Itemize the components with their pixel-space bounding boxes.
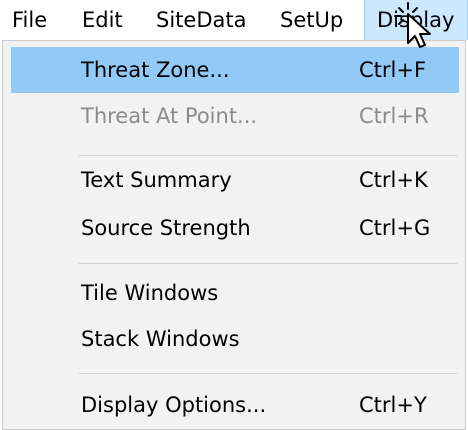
menu-item-threat-at-point: Threat At Point... Ctrl+R bbox=[11, 93, 459, 139]
menu-item-label: Threat Zone... bbox=[81, 58, 230, 82]
menu-item-label: Source Strength bbox=[81, 216, 251, 240]
menu-item-shortcut: Ctrl+R bbox=[359, 104, 429, 128]
menu-display[interactable]: Display bbox=[364, 0, 468, 40]
menu-item-stack-windows[interactable]: Stack Windows bbox=[11, 316, 459, 362]
menu-item-label: Stack Windows bbox=[81, 327, 240, 351]
menu-item-source-strength[interactable]: Source Strength Ctrl+G bbox=[11, 205, 459, 251]
menu-item-shortcut: Ctrl+G bbox=[359, 216, 431, 240]
menu-separator bbox=[79, 155, 457, 156]
menu-item-shortcut: Ctrl+K bbox=[359, 168, 428, 192]
menu-separator bbox=[79, 263, 457, 264]
menu-item-tile-windows[interactable]: Tile Windows bbox=[11, 270, 459, 316]
menu-item-shortcut: Ctrl+F bbox=[359, 58, 427, 82]
menu-item-display-options[interactable]: Display Options... Ctrl+Y bbox=[11, 382, 459, 428]
menu-item-label: Text Summary bbox=[81, 168, 232, 192]
menu-item-label: Display Options... bbox=[81, 393, 267, 417]
menu-sitedata[interactable]: SiteData bbox=[156, 0, 246, 40]
menu-item-text-summary[interactable]: Text Summary Ctrl+K bbox=[11, 157, 459, 203]
menu-bar: File Edit SiteData SetUp Display bbox=[0, 0, 468, 40]
menu-item-label: Tile Windows bbox=[81, 281, 219, 305]
display-dropdown-menu: Threat Zone... Ctrl+F Threat At Point...… bbox=[2, 40, 466, 430]
menu-item-shortcut: Ctrl+Y bbox=[359, 393, 427, 417]
menu-separator bbox=[79, 373, 457, 374]
menu-item-label: Threat At Point... bbox=[81, 104, 258, 128]
menu-item-threat-zone[interactable]: Threat Zone... Ctrl+F bbox=[11, 47, 459, 93]
menu-file[interactable]: File bbox=[12, 0, 47, 40]
menu-setup[interactable]: SetUp bbox=[280, 0, 343, 40]
menu-edit[interactable]: Edit bbox=[82, 0, 123, 40]
